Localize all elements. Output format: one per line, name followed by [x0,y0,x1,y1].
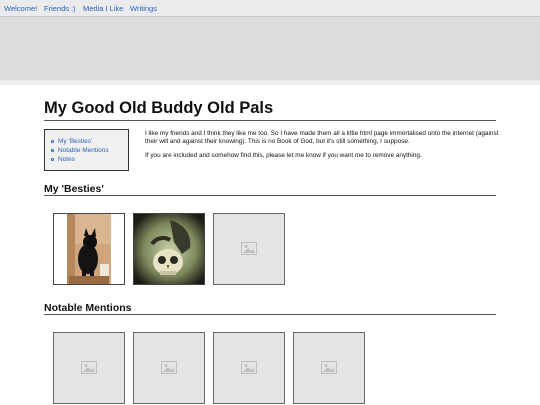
notable-card-2[interactable] [133,332,205,404]
notable-heading: Notable Mentions [44,302,132,314]
title-rule [44,120,496,121]
intro-paragraph-1: I like my friends and I think they like … [145,130,499,145]
besties-rule [44,195,496,196]
notable-card-4[interactable] [293,332,365,404]
toc-list: My 'Besties' Notable Mentions Notes [51,137,109,164]
banner-divider [0,80,540,85]
image-placeholder-icon [241,242,257,255]
table-of-contents: My 'Besties' Notable Mentions Notes [44,129,129,171]
notable-card-1[interactable] [53,332,125,404]
image-placeholder-icon [321,361,337,374]
nav-link-welcome[interactable]: Welcome! [4,4,37,13]
bestie-card-skull[interactable] [133,213,205,285]
toc-link-notable-mentions[interactable]: Notable Mentions [51,146,109,155]
skull-photo [134,214,204,284]
notable-card-3[interactable] [213,332,285,404]
bestie-card-placeholder[interactable] [213,213,285,285]
toc-link-notes[interactable]: Notes [51,155,109,164]
nav-link-writings[interactable]: Writings [130,4,157,13]
nav-link-media[interactable]: Media I Like [83,4,123,13]
page-title: My Good Old Buddy Old Pals [44,99,274,117]
header-banner [0,17,540,80]
toc-link-besties[interactable]: My 'Besties' [51,137,109,146]
besties-heading: My 'Besties' [44,183,104,195]
notable-rule [44,314,496,315]
image-placeholder-icon [161,361,177,374]
image-placeholder-icon [241,361,257,374]
top-nav: Welcome! Friends :) Media I Like Writing… [0,0,540,17]
dog-photo [54,214,124,284]
intro-text: I like my friends and I think they like … [145,130,505,166]
intro-paragraph-2: If you are included and somehow find thi… [145,152,422,159]
image-placeholder-icon [81,361,97,374]
bestie-card-dog[interactable] [53,213,125,285]
nav-link-friends[interactable]: Friends :) [44,4,76,13]
